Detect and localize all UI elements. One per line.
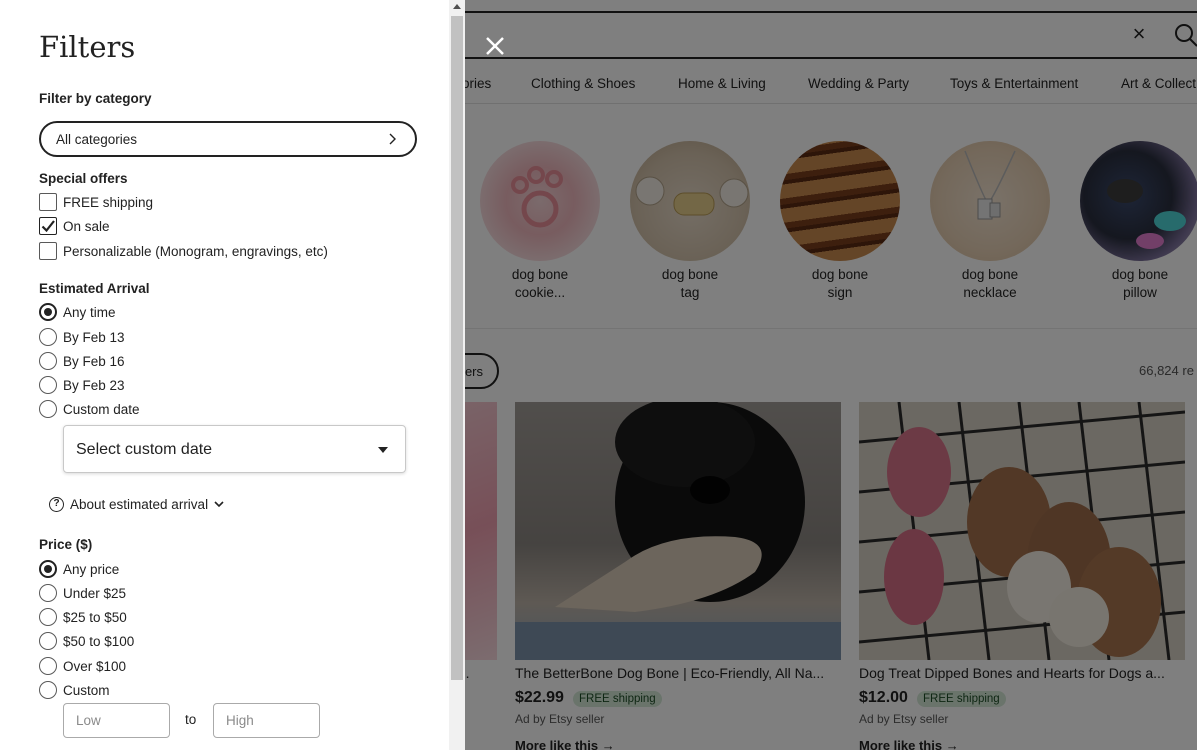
radio-label: By Feb 16 bbox=[63, 353, 125, 369]
custom-date-placeholder: Select custom date bbox=[76, 441, 213, 458]
arrival-feb13-radio[interactable]: By Feb 13 bbox=[39, 327, 125, 347]
radio-label: Custom bbox=[63, 682, 110, 698]
arrival-any-time-radio[interactable]: Any time bbox=[39, 302, 116, 322]
radio-label: Under $25 bbox=[63, 585, 127, 601]
radio-label: Any price bbox=[63, 561, 120, 577]
about-estimated-arrival-toggle[interactable]: ? About estimated arrival bbox=[49, 495, 224, 513]
scrollbar[interactable] bbox=[449, 0, 465, 750]
price-50-100-radio[interactable]: $50 to $100 bbox=[39, 631, 134, 651]
scroll-up-arrow-icon[interactable] bbox=[453, 4, 461, 9]
checkbox-label: On sale bbox=[63, 218, 110, 234]
price-label: Price ($) bbox=[39, 537, 93, 552]
price-high-input[interactable] bbox=[214, 704, 319, 737]
radio[interactable] bbox=[39, 584, 57, 602]
arrival-feb23-radio[interactable]: By Feb 23 bbox=[39, 375, 125, 395]
radio[interactable] bbox=[39, 681, 57, 699]
radio[interactable] bbox=[39, 657, 57, 675]
checkmark-icon bbox=[41, 220, 55, 233]
question-circle-icon: ? bbox=[49, 496, 64, 512]
filters-panel: Filters Filter by category All categorie… bbox=[0, 0, 465, 750]
radio[interactable] bbox=[39, 376, 57, 394]
panel-title: Filters bbox=[39, 30, 136, 64]
radio-label: $25 to $50 bbox=[63, 609, 127, 625]
radio-selected[interactable] bbox=[39, 560, 57, 578]
chevron-down-icon bbox=[214, 501, 224, 508]
filter-by-category-label: Filter by category bbox=[39, 91, 152, 106]
price-over-100-radio[interactable]: Over $100 bbox=[39, 656, 126, 676]
checkbox-label: FREE shipping bbox=[63, 194, 154, 210]
radio-label: By Feb 13 bbox=[63, 329, 125, 345]
radio-selected[interactable] bbox=[39, 303, 57, 321]
radio-label: Custom date bbox=[63, 401, 140, 417]
checkbox-label: Personalizable (Monogram, engravings, et… bbox=[63, 243, 328, 259]
checkbox-checked[interactable] bbox=[39, 217, 57, 235]
radio-label: By Feb 23 bbox=[63, 377, 125, 393]
radio[interactable] bbox=[39, 400, 57, 418]
radio[interactable] bbox=[39, 608, 57, 626]
special-offers-label: Special offers bbox=[39, 171, 128, 186]
price-25-50-radio[interactable]: $25 to $50 bbox=[39, 607, 127, 627]
checkbox[interactable] bbox=[39, 242, 57, 260]
price-any-radio[interactable]: Any price bbox=[39, 559, 119, 579]
radio-label: $50 to $100 bbox=[63, 633, 135, 649]
price-to-label: to bbox=[185, 712, 197, 727]
estimated-arrival-label: Estimated Arrival bbox=[39, 281, 150, 296]
free-shipping-checkbox[interactable]: FREE shipping bbox=[39, 192, 153, 212]
price-low-input[interactable] bbox=[64, 704, 169, 737]
category-select-button[interactable]: All categories bbox=[39, 121, 417, 157]
radio[interactable] bbox=[39, 632, 57, 650]
radio[interactable] bbox=[39, 328, 57, 346]
arrival-feb16-radio[interactable]: By Feb 16 bbox=[39, 351, 125, 371]
personalizable-checkbox[interactable]: Personalizable (Monogram, engravings, et… bbox=[39, 241, 328, 261]
category-select-value: All categories bbox=[56, 132, 138, 147]
dropdown-caret-icon bbox=[378, 447, 388, 453]
radio[interactable] bbox=[39, 352, 57, 370]
on-sale-checkbox[interactable]: On sale bbox=[39, 216, 110, 236]
chevron-right-icon bbox=[389, 133, 396, 145]
custom-date-select[interactable]: Select custom date bbox=[63, 425, 406, 473]
arrival-custom-date-radio[interactable]: Custom date bbox=[39, 399, 140, 419]
scrollbar-thumb[interactable] bbox=[451, 16, 463, 680]
price-low-field[interactable] bbox=[63, 703, 170, 738]
price-high-field[interactable] bbox=[213, 703, 320, 738]
radio-label: Over $100 bbox=[63, 658, 127, 674]
checkbox[interactable] bbox=[39, 193, 57, 211]
about-estimated-arrival-label: About estimated arrival bbox=[70, 496, 209, 512]
close-icon[interactable] bbox=[482, 33, 508, 59]
price-under-25-radio[interactable]: Under $25 bbox=[39, 583, 126, 603]
price-custom-radio[interactable]: Custom bbox=[39, 680, 110, 700]
radio-label: Any time bbox=[63, 304, 116, 320]
